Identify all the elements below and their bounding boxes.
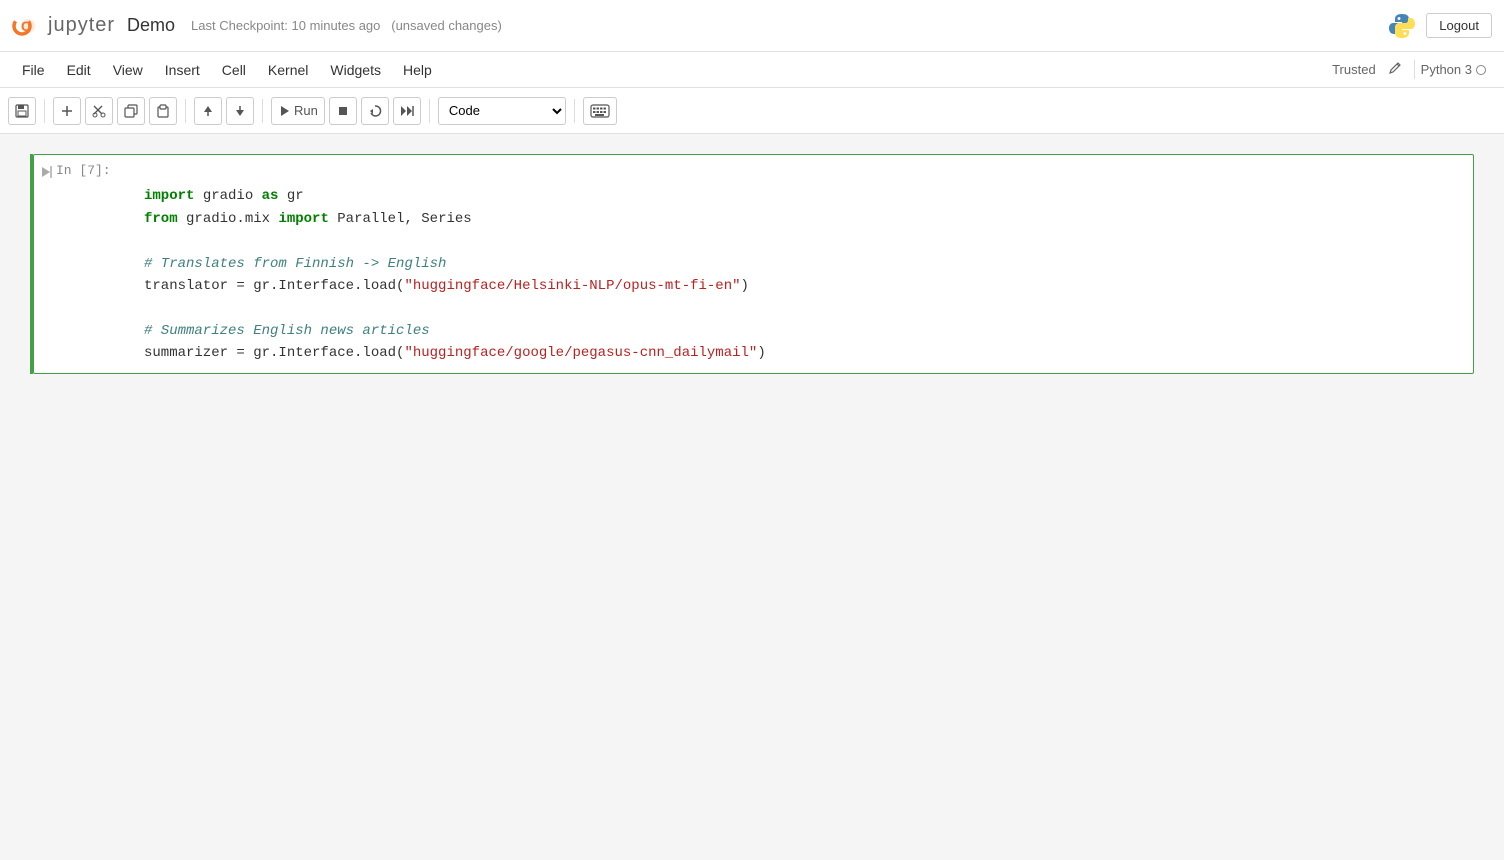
header-right: Logout <box>1386 10 1492 42</box>
toolbar-sep-2 <box>185 99 186 123</box>
menu-cell[interactable]: Cell <box>212 58 256 82</box>
python-logo-icon <box>1386 10 1418 42</box>
move-up-button[interactable] <box>194 97 222 125</box>
kernel-indicator: Python 3 <box>1414 60 1492 79</box>
header: C jupyter Demo Last Checkpoint: 10 minut… <box>0 0 1504 52</box>
kernel-name: Python 3 <box>1421 62 1472 77</box>
menu-edit[interactable]: Edit <box>57 58 101 82</box>
menu-widgets[interactable]: Widgets <box>320 58 391 82</box>
menu-help[interactable]: Help <box>393 58 442 82</box>
edit-icon-button[interactable] <box>1382 59 1408 80</box>
stop-icon <box>336 104 350 118</box>
menu-insert[interactable]: Insert <box>155 58 210 82</box>
run-button[interactable]: Run <box>271 97 325 125</box>
scissors-icon <box>92 104 106 118</box>
stop-button[interactable] <box>329 97 357 125</box>
menu-file[interactable]: File <box>12 58 55 82</box>
trusted-label[interactable]: Trusted <box>1332 62 1376 77</box>
header-left: C jupyter Demo Last Checkpoint: 10 minut… <box>12 10 1386 42</box>
arrow-up-icon <box>201 104 215 118</box>
notebook-container: In [7]: import gradio as gr from gradio.… <box>0 134 1504 860</box>
notebook-title[interactable]: Demo <box>127 15 175 36</box>
cell-content-container: In [7]: import gradio as gr from gradio.… <box>33 154 1474 374</box>
code-cell[interactable]: In [7]: import gradio as gr from gradio.… <box>30 154 1474 374</box>
menu-view[interactable]: View <box>103 58 153 82</box>
add-cell-button[interactable] <box>53 97 81 125</box>
toolbar: Run Code Markdown Raw NBConvert Heading <box>0 88 1504 134</box>
restart-icon <box>368 104 382 118</box>
cell-execution-count: In [7]: <box>56 163 111 178</box>
cell-inner: In [7]: import gradio as gr from gradio.… <box>34 155 1473 373</box>
save-button[interactable] <box>8 97 36 125</box>
toolbar-sep-4 <box>429 99 430 123</box>
toolbar-sep-5 <box>574 99 575 123</box>
kernel-status-dot <box>1476 65 1486 75</box>
menubar-right: Trusted Python 3 <box>1332 59 1492 80</box>
run-next-icon <box>42 165 52 183</box>
save-icon <box>15 104 29 118</box>
restart-button[interactable] <box>361 97 389 125</box>
fast-forward-button[interactable] <box>393 97 421 125</box>
paste-button[interactable] <box>149 97 177 125</box>
copy-button[interactable] <box>117 97 145 125</box>
menu-kernel[interactable]: Kernel <box>258 58 318 82</box>
cell-type-select[interactable]: Code Markdown Raw NBConvert Heading <box>438 97 566 125</box>
menubar: File Edit View Insert Cell Kernel Widget… <box>0 52 1504 88</box>
keyboard-shortcuts-button[interactable] <box>583 97 617 125</box>
cut-button[interactable] <box>85 97 113 125</box>
cell-label: In [7]: <box>34 155 144 373</box>
plus-icon <box>60 104 74 118</box>
paste-icon <box>156 104 170 118</box>
pencil-icon <box>1388 61 1402 75</box>
copy-icon <box>124 104 138 118</box>
jupyter-logo-icon: C <box>12 10 44 42</box>
toolbar-sep-3 <box>262 99 263 123</box>
checkpoint-info: Last Checkpoint: 10 minutes ago (unsaved… <box>191 18 502 33</box>
move-down-button[interactable] <box>226 97 254 125</box>
logout-button[interactable]: Logout <box>1426 13 1492 38</box>
jupyter-brand: jupyter <box>48 14 115 37</box>
run-label: Run <box>294 103 318 118</box>
cell-code[interactable]: import gradio as gr from gradio.mix impo… <box>144 155 1473 373</box>
fast-forward-icon <box>400 104 414 118</box>
arrow-down-icon <box>233 104 247 118</box>
keyboard-icon <box>590 104 610 118</box>
toolbar-sep-1 <box>44 99 45 123</box>
svg-text:C: C <box>21 18 31 34</box>
jupyter-logo: C jupyter <box>12 10 115 42</box>
play-icon <box>278 104 292 118</box>
